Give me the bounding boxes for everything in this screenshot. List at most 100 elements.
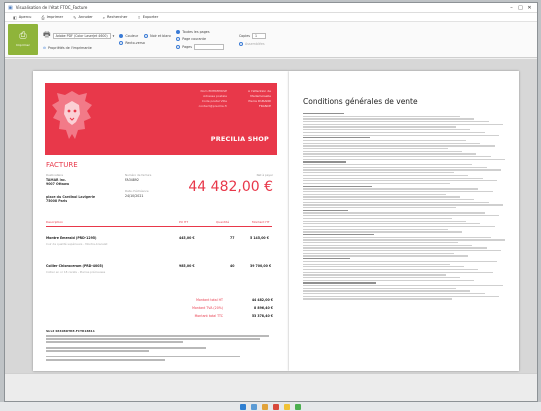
terms-text-line [303,220,467,222]
pages-radio[interactable] [176,44,181,49]
terms-text-line [303,158,505,160]
terms-text-line [303,250,501,252]
pages-label: Pages [182,44,192,49]
printer-select[interactable]: Adobe PDF (Color LaserJet 4600) [52,33,111,39]
settings-icon: ⚙ [43,46,46,50]
ref-label: Numéro de facture [125,173,152,177]
menu-exporter[interactable]: ⇪ Exporter [137,15,158,20]
terms-text-line [303,115,461,117]
folder-icon[interactable] [262,403,268,410]
terms-text-line [303,274,446,276]
item-amount: 5 145,00 € [250,236,269,240]
all-pages-radio[interactable] [176,29,181,34]
printer-preferences-link[interactable]: Propriétés de l'imprimante [48,46,92,50]
item-detail: Collier en or 18 carats - Pierres précie… [46,270,106,274]
item-name: Montre Emerald (PRD-1295) [46,236,97,240]
client-address-line: 9007 Ottawa [46,182,69,186]
recto-verso-checkbox[interactable] [119,41,124,45]
current-page-radio[interactable] [176,36,181,41]
subtotal-value: 44 482,00 € [251,298,273,302]
terms-text-line [303,166,487,169]
terms-heading-line [303,282,377,284]
menu-label: Apercu [18,15,32,19]
document-title: FACTURE [46,161,78,169]
menu-imprimer[interactable]: ⎙ Imprimer [41,15,63,20]
menu-apercu[interactable]: ◧ Apercu [13,15,31,20]
terms-text-line [303,188,479,190]
terms-text-line [303,290,471,292]
terms-text-line [303,150,463,152]
grand-total-value: 53 378,40 € [251,314,273,318]
pages-input[interactable] [193,43,224,50]
title-bar: ▣ Visualisation de l'état FTOC_Facture –… [5,3,537,13]
menu-label: Exporter [142,15,159,19]
export-icon: ⇪ [137,14,141,20]
app-icon[interactable] [295,403,301,410]
invoice-banner: Nom ENTREPRISE Adresse postale Code post… [45,83,277,155]
terms-text-line [303,147,448,150]
bw-radio[interactable] [144,34,149,38]
item-quantity: 40 [230,264,235,268]
terms-text-line [303,123,503,126]
explorer-icon[interactable] [251,403,257,410]
total-label: Net à payer [256,173,273,177]
copies-input[interactable]: 1 [252,33,267,39]
terms-text-line [303,252,454,255]
terms-heading-line [303,161,346,163]
color-radio[interactable] [119,34,124,38]
menu-label: Rechercher [107,15,128,19]
minimize-button[interactable]: – [507,5,516,11]
text-line [46,350,149,352]
client-label: Destinataire [46,173,64,177]
app-icon[interactable] [273,403,279,410]
recto-verso-label: Recto-verso [125,41,145,45]
preview-icon: ◧ [13,14,17,20]
terms-text-line [303,228,448,230]
app-icon[interactable] [284,403,290,410]
app-icon: ▣ [8,4,13,11]
text-line [46,346,206,349]
menu-rechercher[interactable]: ⌕ Rechercher [103,15,128,20]
terms-text-line [303,204,503,206]
seller-line: contact@precilia.fr [198,104,227,108]
menu-label: Imprimer [46,15,64,19]
terms-text-line [303,153,477,155]
color-label: Couleur [125,34,139,38]
document-viewer[interactable]: Nom ENTREPRISE Adresse postale Code post… [5,59,537,373]
viewer-footer [5,373,537,401]
item-amount: 39 700,00 € [250,264,272,268]
terms-page: Conditions générales de vente [289,71,519,371]
print-button[interactable]: ⎙ Imprimer [8,24,38,55]
close-button[interactable]: ✕ [525,5,534,11]
terms-text-line [303,212,485,214]
window-title: Visualisation de l'état FTOC_Facture [15,5,88,10]
current-page-label: Page courante [182,36,206,41]
text-line [46,335,270,337]
assembled-label: Assemblées [244,42,265,46]
shop-name: PRECILIA SHOP [210,135,269,143]
copies-label: Copies [238,34,251,38]
terms-text-line [303,142,481,144]
terms-text-line [303,255,469,257]
terms-text-line [303,266,465,268]
item-name: Collier Chloroceram (PRD-4005) [46,264,104,268]
copies-group: Copies 1 Assemblées [238,24,267,55]
terms-text-line [303,239,505,241]
terms-text-line [303,131,485,134]
printer-group: 🖶 Adobe PDF (Color LaserJet 4600) ▾ ⚙ Propr… [43,24,114,55]
terms-text-line [303,169,501,171]
menu-annoter[interactable]: ✎ Annoter [73,15,93,20]
terms-heading-line [303,233,375,236]
terms-text-line [303,174,469,177]
print-ribbon: ⎙ Imprimer 🖶 Adobe PDF (Color LaserJet 46… [5,22,537,58]
menu-label: Annoter [78,15,93,19]
chevron-down-icon[interactable]: ▾ [113,34,115,38]
start-icon[interactable] [240,403,246,410]
terms-text-line [303,217,452,220]
client-line: FRANCE [259,104,271,108]
assembled-checkbox[interactable] [238,42,243,46]
printer-icon: ⎙ [19,31,27,41]
terms-text-line [303,172,454,174]
terms-text-line [303,260,497,263]
maximize-button[interactable]: □ [516,5,525,11]
